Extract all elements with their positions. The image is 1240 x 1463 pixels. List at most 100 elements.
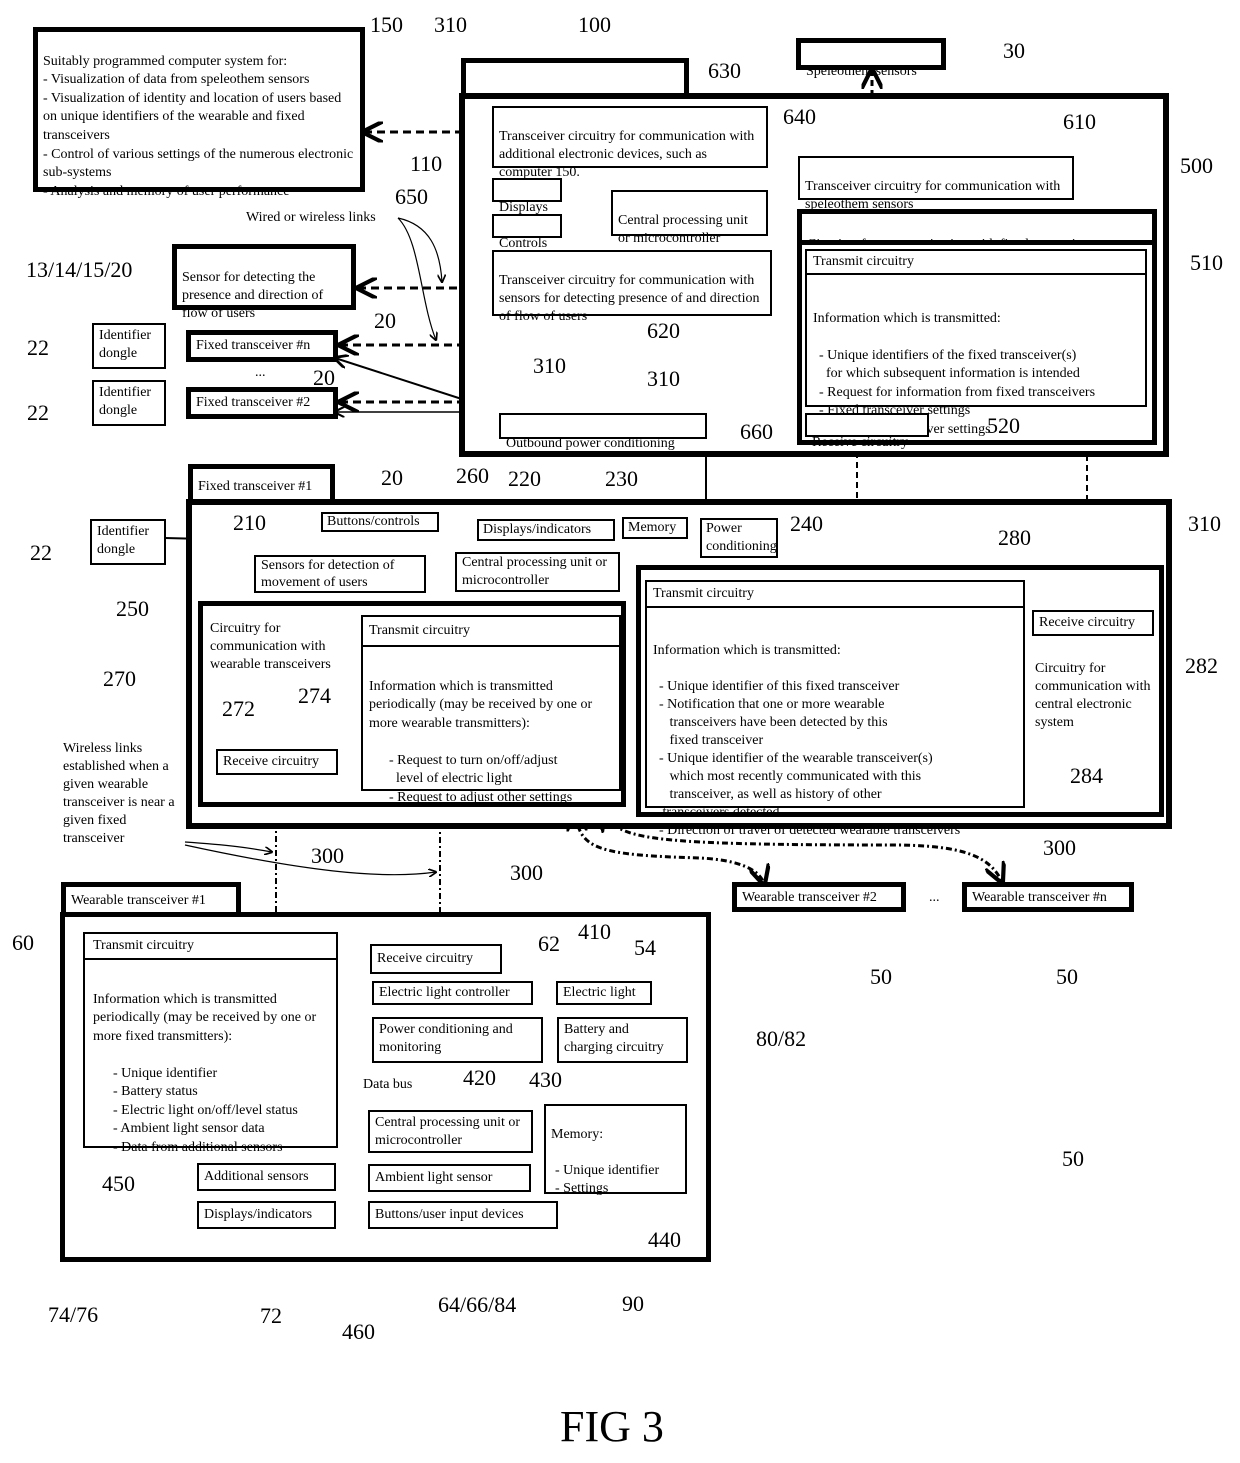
- ref-74-76: 74/76: [48, 1302, 99, 1327]
- fixed-1-title: Fixed transceiver #1: [188, 464, 335, 504]
- fixed1-sensors-text: Sensors for detection of movement of use…: [261, 558, 395, 590]
- fixed-transceiver-2-label: Fixed transceiver #2: [196, 395, 311, 410]
- light-controller-box: Electric light controller: [372, 981, 533, 1005]
- wearable-comm-title: Circuitry for communication with wearabl…: [210, 621, 331, 672]
- wearable1-buttons-box: Buttons/user input devices: [368, 1201, 558, 1229]
- list-item: - Unique identifier: [555, 1163, 660, 1178]
- ref-420: 420: [463, 1065, 496, 1090]
- fixed-transceiver-2-box: Fixed transceiver #2: [186, 387, 338, 419]
- fixed1-central-receive-box: Receive circuitry: [1032, 610, 1154, 636]
- list-item: - Ambient light sensor data: [113, 1121, 265, 1136]
- presence-sensor-text: Sensor for detecting the presence and di…: [182, 270, 324, 321]
- list-item: - Request for information from fixed tra…: [819, 384, 1096, 400]
- electric-light-box: Electric light: [556, 981, 652, 1005]
- ambient-sensor-box: Ambient light sensor: [368, 1164, 531, 1192]
- fixed1-wearable-transmit-box: Transmit circuitry Information which is …: [361, 615, 621, 805]
- wearable1-receive-label: Receive circuitry: [377, 951, 474, 966]
- wearable-2-label: Wearable transceiver #2: [742, 890, 877, 905]
- ref-610: 610: [1063, 109, 1096, 134]
- additional-sensors-box: Additional sensors: [197, 1163, 336, 1191]
- central-cpu-box: Central processing unit or microcontroll…: [611, 190, 768, 246]
- ref-280: 280: [998, 525, 1031, 550]
- ref-430: 430: [529, 1067, 562, 1092]
- speleothem-sensors-box: Speleothem sensors: [796, 38, 946, 79]
- transceiver-additional-box: Transceiver circuitry for communication …: [492, 106, 768, 180]
- list-item: - Notification that one or more wearable…: [659, 697, 888, 748]
- wearable1-cpu-box: Central processing unit or microcontroll…: [368, 1110, 533, 1153]
- fixed1-displays-box: Displays/indicators: [477, 519, 615, 541]
- wearable-1-title-text: Wearable transceiver #1: [71, 893, 206, 908]
- ref-310-fixed-2: 310: [647, 366, 680, 391]
- list-item: - Unique identifier of the wearable tran…: [659, 751, 933, 820]
- fixed-1-title-text: Fixed transceiver #1: [198, 479, 313, 494]
- ref-660: 660: [740, 419, 773, 444]
- ref-450: 450: [102, 1171, 135, 1196]
- ref-250: 250: [116, 596, 149, 621]
- ref-150: 150: [370, 12, 403, 37]
- wearable1-displays-box: Displays/indicators: [197, 1201, 336, 1229]
- ref-64-66-84: 64/66/84: [438, 1292, 517, 1317]
- list-item: - Request to adjust other settings: [389, 789, 573, 805]
- ref-80-82: 80/82: [756, 1026, 807, 1051]
- figure-title: FIG 3: [560, 1402, 664, 1451]
- fixed1-central-transmit-body: Information which is transmitted: - Uniq…: [647, 624, 1023, 858]
- computer-system-box: Suitably programmed computer system for:…: [33, 27, 365, 199]
- central-displays-box: Displays: [492, 178, 562, 215]
- wearable1-buttons-label: Buttons/user input devices: [375, 1207, 524, 1222]
- fixed1-cpu-box: Central processing unit or microcontroll…: [455, 552, 620, 592]
- central-controls-label: Controls: [499, 236, 548, 251]
- ref-60: 60: [12, 930, 34, 955]
- wearable1-power-text: Power conditioning and monitoring: [379, 1022, 513, 1055]
- fixed1-dongle-box: Identifier dongle: [90, 519, 166, 565]
- ref-240: 240: [790, 511, 823, 536]
- wired-links-note: Wired or wireless links: [246, 210, 376, 225]
- wearable1-displays-label: Displays/indicators: [204, 1207, 313, 1222]
- fixed1-central-transmit-box: Transmit circuitry Information which is …: [645, 580, 1025, 838]
- fixed1-wearable-receive-label: Receive circuitry: [223, 754, 320, 769]
- transceiver-sensors-box: Transceiver circuitry for communication …: [492, 250, 772, 324]
- fixed1-central-receive-label: Receive circuitry: [1039, 615, 1136, 630]
- fixed1-central-transmit-title: Transmit circuitry: [647, 582, 1023, 608]
- central-transmit-intro: Information which is transmitted:: [813, 310, 1001, 326]
- list-item: - Battery status: [113, 1084, 198, 1099]
- ref-100: 100: [578, 12, 611, 37]
- central-transmit-title: Transmit circuitry: [807, 251, 1145, 275]
- ref-210: 210: [233, 510, 266, 535]
- ref-310-top: 310: [434, 12, 467, 37]
- dongle-n-box: Identifier dongle: [92, 323, 166, 369]
- central-transmit-box: Transmit circuitry Information which is …: [805, 249, 1147, 437]
- wearable1-receive-box: Receive circuitry: [370, 944, 502, 974]
- list-item: - Settings: [555, 1181, 609, 1196]
- fixed1-memory-label: Memory: [628, 520, 677, 535]
- list-item: - Unique identifiers of the fixed transc…: [819, 347, 1080, 382]
- transceiver-speleothem-box: Transceiver circuitry for communication …: [798, 156, 1074, 212]
- ref-22-2: 22: [27, 400, 49, 425]
- ref-630: 630: [708, 58, 741, 83]
- list-item: - Direction of travel of detected wearab…: [659, 823, 961, 838]
- ref-300-b: 300: [510, 860, 543, 885]
- ref-300-a: 300: [311, 843, 344, 868]
- fixed1-buttons-box: Buttons/controls: [321, 512, 439, 532]
- list-item: - Data from additional sensors: [113, 1139, 283, 1155]
- fixed1-cpu-text: Central processing unit or microcontroll…: [462, 555, 608, 588]
- dongle-2-label: Identifier dongle: [99, 385, 152, 418]
- fixed1-dongle-label: Identifier dongle: [97, 524, 150, 557]
- ref-310-fixed1: 310: [1188, 511, 1221, 536]
- ref-650: 650: [395, 184, 428, 209]
- outbound-power-box: Outbound power conditioning: [499, 413, 707, 451]
- list-item: - Request to turn on/off/adjust level of…: [389, 752, 558, 787]
- ref-410: 410: [578, 919, 611, 944]
- central-system-title: Central electronic system: [461, 58, 689, 120]
- presence-sensor-box: Sensor for detecting the presence and di…: [172, 244, 356, 321]
- wearable1-transmit-title: Transmit circuitry: [85, 934, 336, 960]
- fixed1-wearable-transmit-intro: Information which is transmitted periodi…: [369, 678, 593, 731]
- computer-system-text: Suitably programmed computer system for:…: [43, 53, 354, 199]
- ref-310-fixed-n: 310: [533, 353, 566, 378]
- ref-274: 274: [298, 683, 331, 708]
- wearable-ellipsis: ...: [929, 890, 940, 905]
- electric-light-label: Electric light: [563, 985, 636, 1000]
- wearable1-transmit-list: - Unique identifier - Battery status - Ele…: [93, 1065, 328, 1158]
- central-comm-title: Circuitry for communication with central…: [1035, 661, 1151, 730]
- wearable1-memory-intro: Memory:: [551, 1127, 604, 1142]
- ref-62: 62: [538, 931, 560, 956]
